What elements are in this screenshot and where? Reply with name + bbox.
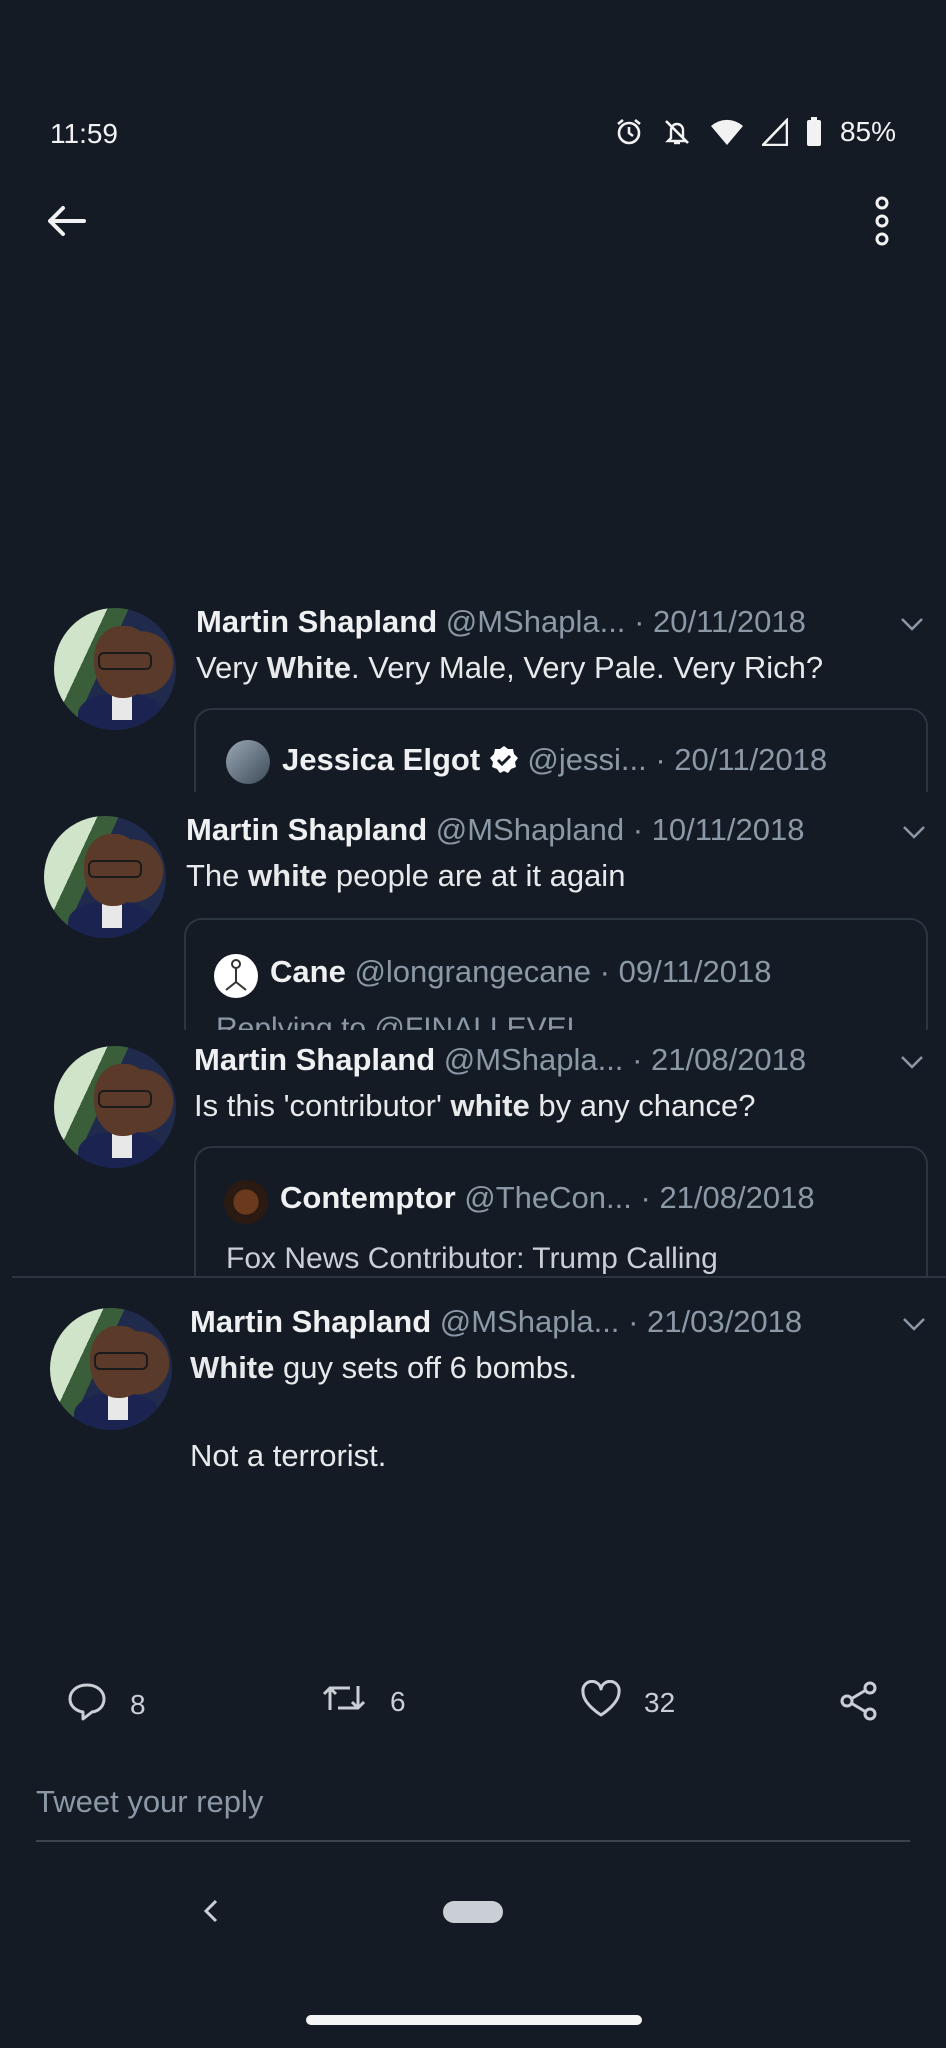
arrow-left-icon: [46, 205, 86, 242]
retweet-count: 6: [390, 1685, 406, 1717]
quoted-tweet[interactable]: Jessica Elgot @jessi... · 20/11/2018: [194, 708, 928, 792]
share-button[interactable]: [838, 1680, 880, 1729]
author-name[interactable]: Martin Shapland: [194, 1042, 435, 1077]
heart-icon: [580, 1679, 622, 1725]
quote-author-name: Cane: [270, 954, 346, 989]
author-handle: @MShapland: [435, 812, 625, 847]
battery-icon: [806, 117, 822, 147]
quote-date: 21/08/2018: [659, 1180, 815, 1215]
quote-author-handle: @TheCon...: [464, 1180, 632, 1215]
author-handle: @MShapla...: [443, 1042, 624, 1077]
back-button[interactable]: [46, 200, 96, 246]
quote-author-handle: @jessi...: [527, 742, 647, 777]
alarm-icon: [614, 117, 644, 147]
quote-author-name: Jessica Elgot: [282, 742, 481, 777]
author-name[interactable]: Martin Shapland: [186, 812, 427, 847]
like-count: 32: [644, 1686, 676, 1718]
battery-percent: 85%: [839, 116, 896, 147]
reply-icon: [66, 1680, 108, 1729]
author-handle: @MShapla...: [445, 604, 626, 639]
avatar[interactable]: [54, 1046, 176, 1168]
quote-text: Fox News Contributor: Trump Calling: [226, 1242, 718, 1275]
chevron-down-icon[interactable]: [902, 1316, 926, 1337]
tweet-card[interactable]: Martin Shapland @MShapla... · 21/08/2018…: [0, 1030, 946, 1276]
quoted-tweet[interactable]: Cane @longrangecane · 09/11/2018 Replyin…: [184, 918, 928, 1030]
avatar[interactable]: [50, 1308, 172, 1430]
main-tweet[interactable]: Martin Shapland @MShapla... · 21/03/2018…: [0, 1290, 946, 1490]
status-time: 11:59: [50, 118, 118, 149]
reply-count: 8: [130, 1688, 146, 1720]
quote-avatar: [214, 954, 258, 998]
quote-author-name: Contemptor: [280, 1180, 456, 1215]
quote-author-handle: @longrangecane: [354, 954, 592, 989]
chevron-down-icon[interactable]: [902, 824, 926, 845]
status-icons: 85%: [614, 116, 896, 148]
chevron-down-icon[interactable]: [900, 616, 924, 637]
more-vertical-icon: [874, 196, 890, 251]
tweet-date: 20/11/2018: [653, 604, 806, 639]
signal-icon: [761, 118, 788, 146]
tweet-text: White guy sets off 6 bombs.: [190, 1350, 578, 1385]
retweet-icon: [320, 1680, 368, 1723]
quote-avatar: [224, 1180, 268, 1224]
more-options-button[interactable]: [870, 196, 894, 250]
author-name[interactable]: Martin Shapland: [190, 1304, 431, 1339]
tweet-card[interactable]: Martin Shapland @MShapland · 10/11/2018 …: [0, 800, 946, 1030]
quote-date: 20/11/2018: [674, 742, 828, 777]
gesture-bar[interactable]: [306, 2015, 642, 2025]
tweet-text-line-2: Not a terrorist.: [190, 1438, 387, 1473]
reply-button[interactable]: 8: [66, 1680, 146, 1729]
tweet-card[interactable]: Martin Shapland @MShapla... · 20/11/2018…: [0, 596, 946, 792]
quote-avatar: [226, 740, 270, 784]
nav-back-button[interactable]: [200, 1892, 222, 1934]
bell-off-icon: [662, 117, 692, 147]
author-handle: @MShapla...: [439, 1304, 620, 1339]
quote-date: 09/11/2018: [618, 954, 772, 989]
tweet-text: The white people are at it again: [186, 858, 626, 893]
nav-home-button[interactable]: [443, 1901, 503, 1923]
chevron-down-icon[interactable]: [900, 1054, 924, 1075]
divider: [12, 1276, 946, 1278]
quoted-tweet[interactable]: Contemptor @TheCon... · 21/08/2018 Fox N…: [194, 1146, 928, 1276]
author-name[interactable]: Martin Shapland: [196, 604, 437, 639]
avatar[interactable]: [54, 608, 176, 730]
avatar[interactable]: [44, 816, 166, 938]
tweet-date: 10/11/2018: [651, 812, 805, 847]
quote-text: Replying to @FINALLEVEL: [216, 1012, 584, 1030]
reply-input[interactable]: Tweet your reply: [36, 1784, 910, 1842]
retweet-button[interactable]: 6: [320, 1680, 406, 1723]
tweet-date: 21/08/2018: [651, 1042, 807, 1077]
share-icon: [838, 1680, 880, 1729]
tweet-date: 21/03/2018: [647, 1304, 803, 1339]
like-button[interactable]: 32: [580, 1679, 676, 1725]
verified-badge-icon: [489, 742, 528, 777]
tweet-text: Very White. Very Male, Very Pale. Very R…: [196, 650, 824, 685]
wifi-icon: [710, 118, 744, 146]
tweet-text: Is this 'contributor' white by any chanc…: [194, 1088, 756, 1123]
